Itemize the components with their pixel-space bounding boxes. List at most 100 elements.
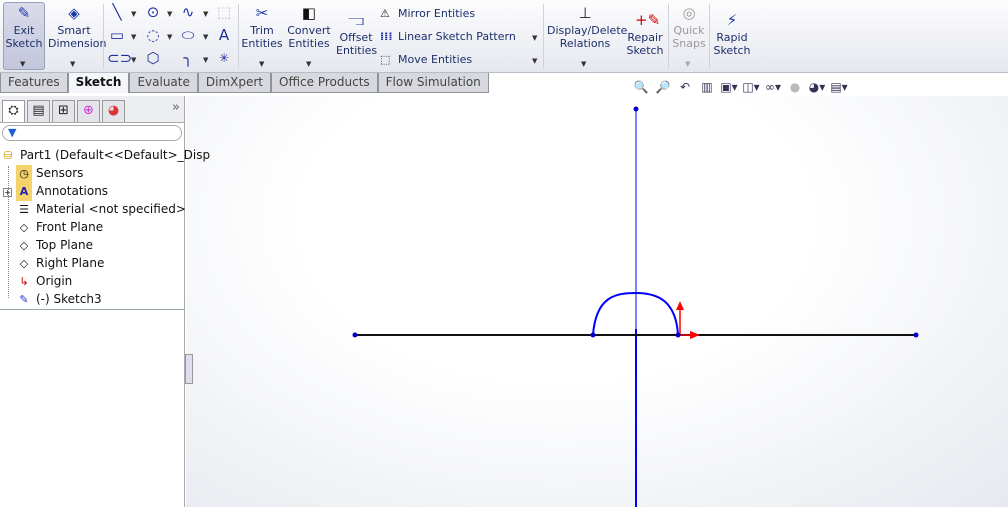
tab-flow-simulation[interactable]: Flow Simulation	[377, 73, 489, 93]
chevron-down-icon[interactable]: ▼	[203, 33, 208, 41]
configuration-manager-tab-icon[interactable]: ⊞	[52, 100, 75, 122]
display-style-icon[interactable]: ◫▾	[742, 80, 760, 94]
tree-item-material[interactable]: ☰ Material <not specified>	[16, 200, 186, 218]
tree-item-top-plane[interactable]: ◇ Top Plane	[16, 236, 93, 254]
part-icon: ⛁	[3, 149, 13, 162]
move-entities-button[interactable]: ⬚ Move Entities	[380, 51, 472, 69]
tab-office-products[interactable]: Office Products	[271, 73, 378, 93]
property-manager-tab-icon[interactable]: ▤	[27, 100, 50, 122]
tab-sketch[interactable]: Sketch	[67, 73, 130, 93]
spline-icon[interactable]: ∿	[178, 3, 198, 21]
line-icon[interactable]: ╲	[107, 3, 127, 21]
text-icon[interactable]: A	[214, 26, 234, 44]
tree-item-right-plane[interactable]: ◇ Right Plane	[16, 254, 105, 272]
display-delete-relations-button[interactable]: ⊥ Display/Delete Relations	[547, 4, 627, 50]
ellipse-icon[interactable]: ⬭	[178, 26, 198, 44]
chevron-down-icon[interactable]: ▼	[203, 10, 208, 18]
rectangle-icon[interactable]: ▭	[107, 26, 127, 44]
origin-icon: ↳	[19, 275, 29, 288]
previous-view-icon[interactable]: ↶	[676, 80, 694, 94]
heads-up-view-toolbar: 🔍 🔎 ↶ ▥ ▣▾ ◫▾ ∞▾ ● ◕▾ ▤▾	[632, 80, 848, 94]
filter-input[interactable]: ▼	[2, 125, 182, 141]
circle-icon[interactable]: ⊙	[143, 3, 163, 21]
edit-appearance-icon[interactable]: ●	[786, 80, 804, 94]
expand-plus-icon[interactable]: +	[3, 188, 12, 197]
polygon-icon[interactable]: ⬡	[143, 49, 163, 67]
command-manager: ✎ Exit Sketch ▼ ◈ Smart Dimension ▼ ╲ ▭ ⊂⊃ ⊙…	[0, 0, 1008, 73]
panel-tabs: ⛭ ▤ ⊞ ⊕ ◕ »	[0, 96, 184, 123]
mirror-entities-button[interactable]: ⚠ Mirror Entities	[380, 5, 475, 23]
exit-sketch[interactable]: ✎ Exit Sketch	[3, 4, 45, 50]
plane-icon[interactable]: ⬚	[214, 3, 234, 21]
graphics-area[interactable]	[186, 96, 1008, 507]
repair-sketch-button[interactable]: +✎ Repair Sketch	[624, 11, 666, 57]
chevron-down-icon[interactable]: ▼	[131, 56, 136, 64]
endpoint[interactable]	[352, 332, 358, 338]
divider	[709, 4, 710, 68]
dimxpert-manager-tab-icon[interactable]: ⊕	[77, 100, 100, 122]
feature-manager-tab-icon[interactable]: ⛭	[2, 100, 25, 122]
tab-dimxpert[interactable]: DimXpert	[197, 73, 271, 93]
origin-y-arrowhead	[676, 301, 684, 310]
smart-dimension-icon: ◈	[68, 4, 80, 22]
zoom-to-fit-icon[interactable]: 🔍	[632, 80, 650, 94]
apply-scene-icon[interactable]: ◕▾	[808, 80, 826, 94]
tree-item-sensors[interactable]: ◷ Sensors	[16, 164, 83, 183]
sensors-icon: ◷	[16, 165, 32, 183]
annotations-icon: A	[16, 183, 32, 201]
tree-item-part1[interactable]: ⛁ Part1 (Default<<Default>_Disp	[0, 146, 210, 164]
chevron-down-icon[interactable]: ▼	[70, 60, 75, 68]
smart-dimension-button[interactable]: ◈ Smart Dimension	[48, 4, 106, 50]
chevron-down-icon[interactable]: ▼	[203, 56, 208, 64]
chevron-down-icon[interactable]: ▼	[167, 33, 172, 41]
divider	[103, 4, 104, 68]
panel-collapse-handle[interactable]	[185, 354, 193, 384]
quick-snaps-icon: ◎	[682, 4, 696, 22]
view-orientation-icon[interactable]: ▣▾	[720, 80, 738, 94]
slot-icon[interactable]: ⊂⊃	[107, 49, 132, 67]
mirror-icon: ⚠	[380, 7, 390, 20]
linear-sketch-pattern-button[interactable]: ⁞⁞⁞ Linear Sketch Pattern	[380, 28, 516, 46]
chevron-down-icon[interactable]: ▼	[685, 60, 690, 68]
origin-x-arrowhead	[690, 331, 700, 339]
endpoint[interactable]	[633, 106, 639, 112]
chevron-down-icon[interactable]: ▼	[20, 60, 25, 68]
move-icon: ⬚	[380, 53, 391, 66]
chevron-down-icon[interactable]: ▼	[167, 10, 172, 18]
material-icon: ☰	[19, 203, 29, 216]
display-manager-tab-icon[interactable]: ◕	[102, 100, 125, 122]
hide-show-items-icon[interactable]: ∞▾	[764, 80, 782, 94]
expand-icon[interactable]: »	[172, 100, 180, 122]
trim-entities-button[interactable]: ✂ Trim Entities	[240, 4, 284, 50]
chevron-down-icon[interactable]: ▼	[532, 34, 537, 42]
divider	[543, 4, 544, 68]
chevron-down-icon[interactable]: ▼	[131, 33, 136, 41]
view-settings-icon[interactable]: ▤▾	[830, 80, 848, 94]
tree-item-origin[interactable]: ↳ Origin	[16, 272, 72, 290]
arc-icon[interactable]: ◌	[143, 26, 163, 44]
endpoint[interactable]	[913, 332, 919, 338]
tab-features[interactable]: Features	[0, 73, 68, 93]
rapid-sketch-button[interactable]: ⚡ Rapid Sketch	[712, 11, 752, 57]
chevron-down-icon[interactable]: ▼	[581, 60, 586, 68]
quick-snaps-button[interactable]: ◎ Quick Snaps	[670, 4, 708, 50]
plane-icon: ◇	[19, 257, 29, 270]
fillet-icon[interactable]: ╮	[178, 49, 198, 67]
endpoint[interactable]	[590, 332, 596, 338]
point-icon[interactable]: ✳	[214, 49, 234, 67]
chevron-down-icon[interactable]: ▼	[306, 60, 311, 68]
endpoint[interactable]	[675, 332, 681, 338]
chevron-down-icon[interactable]: ▼	[259, 60, 264, 68]
chevron-down-icon[interactable]: ▼	[131, 10, 136, 18]
zoom-to-area-icon[interactable]: 🔎	[654, 80, 672, 94]
tree-item-front-plane[interactable]: ◇ Front Plane	[16, 218, 103, 236]
section-view-icon[interactable]: ▥	[698, 80, 716, 94]
tree-item-sketch3[interactable]: ✎ (-) Sketch3	[16, 290, 101, 308]
convert-entities-button[interactable]: ◧ Convert Entities	[286, 4, 332, 50]
rapid-sketch-icon: ⚡	[726, 11, 738, 29]
chevron-down-icon[interactable]: ▼	[532, 57, 537, 65]
tree-item-annotations[interactable]: + A Annotations	[3, 182, 108, 201]
tab-evaluate[interactable]: Evaluate	[129, 73, 198, 93]
offset-entities-button[interactable]: ⫎ Offset Entities	[336, 11, 377, 57]
divider	[0, 309, 185, 310]
